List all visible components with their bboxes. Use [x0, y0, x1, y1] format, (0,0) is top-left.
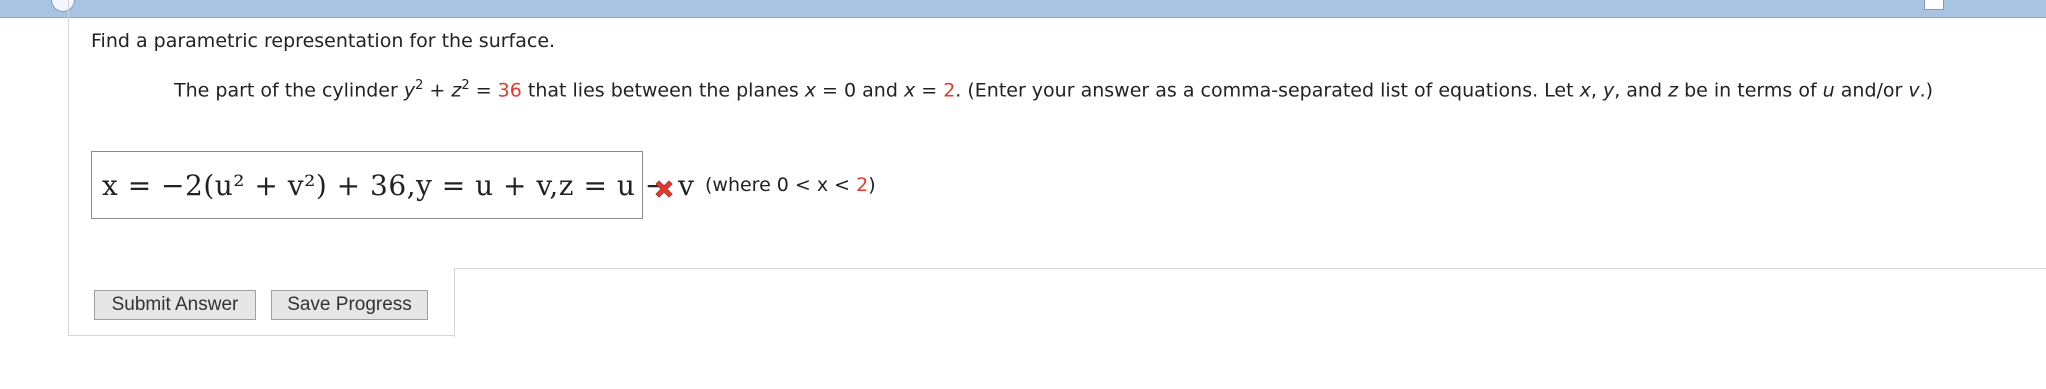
- answer-input[interactable]: x = −2(u² + v²) + 36,y = u + v,z = u − v: [91, 151, 694, 219]
- answer-value: x = −2(u² + v²) + 36,y = u + v,z = u − v: [102, 168, 695, 202]
- panel-divider: [454, 268, 2046, 337]
- save-progress-button[interactable]: Save Progress: [271, 290, 428, 320]
- submit-answer-button[interactable]: Submit Answer: [94, 290, 256, 320]
- panel-divider: [68, 335, 455, 336]
- answer-domain-hint: (where 0 < x < 2): [705, 174, 876, 196]
- wrong-x-icon: [655, 180, 673, 198]
- problem-statement: The part of the cylinder y2 + z2 = 36 th…: [174, 78, 1934, 102]
- question-intro: Find a parametric representation for the…: [91, 30, 556, 52]
